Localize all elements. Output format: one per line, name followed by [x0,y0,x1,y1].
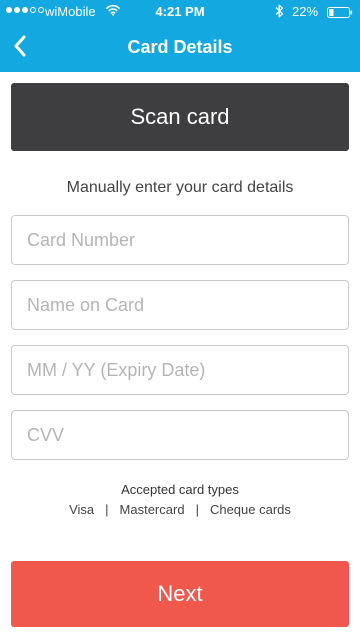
card-type-visa: Visa [69,502,95,517]
separator: | [195,502,199,517]
card-number-input[interactable] [12,216,348,264]
accepted-card-types-list: Visa | Mastercard | Cheque cards [0,502,360,517]
cvv-input[interactable] [12,411,348,459]
page-title: Card Details [127,37,233,57]
next-button[interactable]: Next [11,561,349,627]
instructions-text: Manually enter your card details [66,179,294,196]
bluetooth-icon [275,4,284,21]
status-bar: wiMobile 4:21 PM 22% [0,0,360,24]
card-type-mastercard: Mastercard [119,502,185,517]
expiry-date-field[interactable] [11,345,349,395]
accepted-card-types-title: Accepted card types [121,482,239,497]
card-number-field[interactable] [11,215,349,265]
nav-bar: Card Details [0,24,360,72]
name-on-card-input[interactable] [12,281,348,329]
card-details-screen: wiMobile 4:21 PM 22% Card Details Scan c… [0,0,360,640]
expiry-date-input[interactable] [12,346,348,394]
scan-card-button[interactable]: Scan card [11,83,349,151]
battery-icon [327,6,353,21]
header: wiMobile 4:21 PM 22% Card Details [0,0,360,72]
cvv-field[interactable] [11,410,349,460]
card-type-cheque: Cheque cards [209,502,291,517]
battery-percentage: 22% [292,4,319,19]
separator: | [105,502,109,517]
name-on-card-field[interactable] [11,280,349,330]
